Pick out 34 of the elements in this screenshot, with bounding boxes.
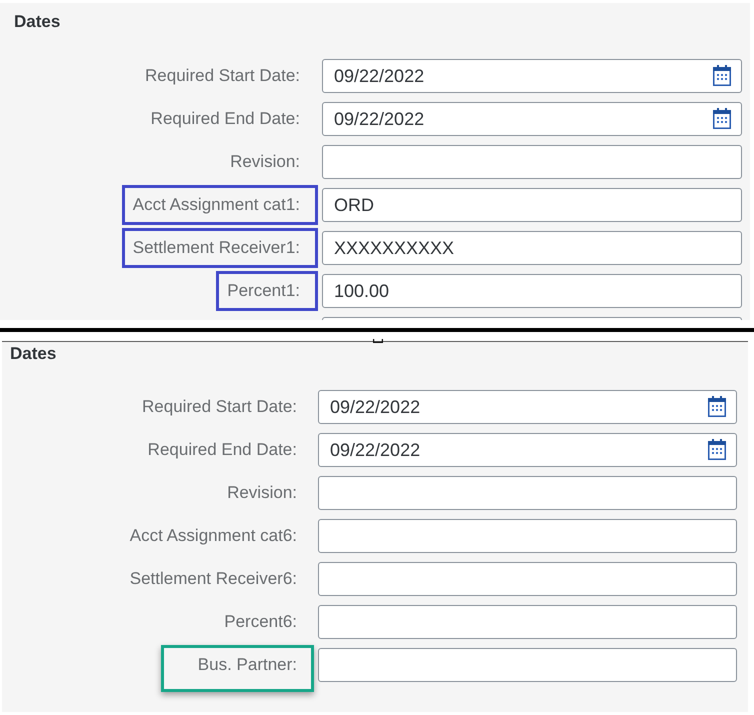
field-label: Required End Date:: [148, 440, 297, 460]
calendar-icon[interactable]: [708, 439, 726, 460]
input-field[interactable]: [322, 145, 742, 179]
input-field[interactable]: 100.00: [322, 274, 742, 308]
field-label: Required Start Date:: [142, 397, 297, 417]
calendar-icon[interactable]: [713, 65, 731, 86]
field-label: Required Start Date:: [145, 66, 300, 86]
input-field[interactable]: [322, 317, 742, 320]
field-label: Revision:: [230, 152, 300, 172]
field-label: Percent1:: [216, 271, 318, 311]
field-label: Settlement Receiver1:: [122, 228, 318, 268]
field-label: Acct Assignment cat6:: [130, 526, 297, 546]
field-label: Bus. Partner:: [160, 645, 314, 692]
input-field[interactable]: [318, 605, 737, 639]
date-field[interactable]: 09/22/2022: [322, 59, 742, 93]
input-field[interactable]: [318, 519, 737, 553]
field-label: Settlement Receiver6:: [130, 569, 297, 589]
date-field[interactable]: 09/22/2022: [318, 433, 737, 467]
calendar-icon[interactable]: [708, 396, 726, 417]
field-label: Acct Assignment cat1:: [122, 185, 318, 225]
date-field[interactable]: 09/22/2022: [318, 390, 737, 424]
input-field[interactable]: ORD: [322, 188, 742, 222]
field-label: Revision:: [227, 483, 297, 503]
input-field[interactable]: [318, 648, 737, 682]
input-field[interactable]: [318, 476, 737, 510]
field-label: Required End Date:: [150, 109, 300, 129]
input-field[interactable]: [318, 562, 737, 596]
field-label: Percent6:: [224, 612, 297, 632]
section-title: Dates: [10, 344, 56, 364]
notch-icon: [373, 339, 383, 343]
calendar-icon[interactable]: [713, 108, 731, 129]
section-title: Dates: [14, 12, 60, 32]
date-field[interactable]: 09/22/2022: [322, 102, 742, 136]
input-field[interactable]: XXXXXXXXXX: [322, 231, 742, 265]
